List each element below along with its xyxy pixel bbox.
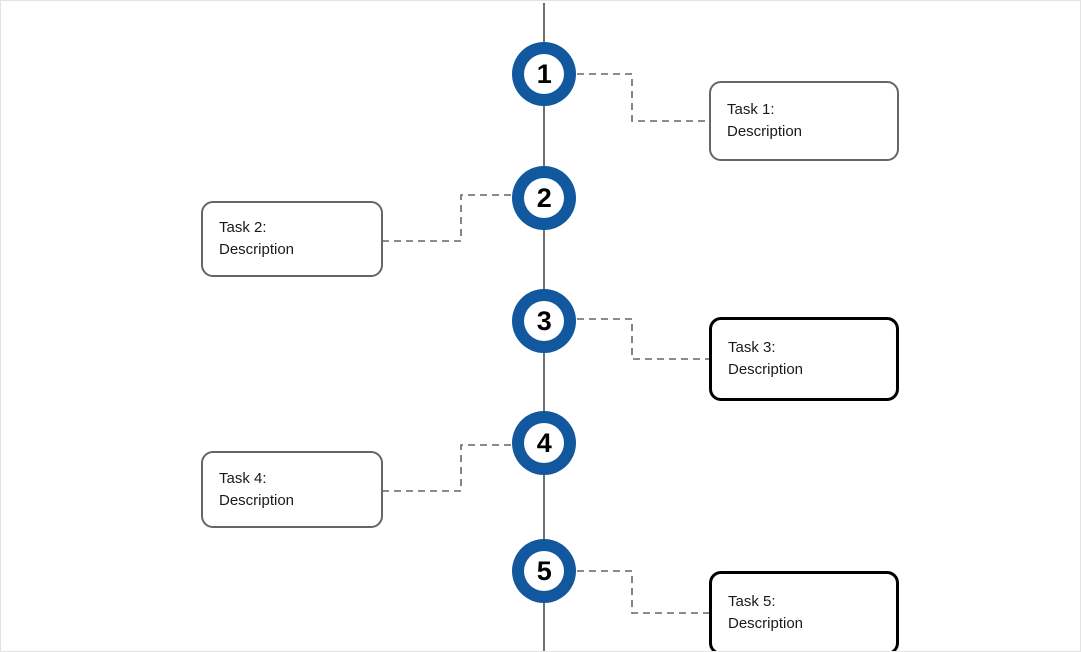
connector-1 [577, 73, 709, 122]
connector-5 [577, 570, 709, 614]
connector-2 [383, 194, 511, 242]
task-box-4[interactable]: Task 4: Description [201, 451, 383, 528]
task-title-4: Task 4: [219, 469, 267, 487]
task-description-1: Description [727, 123, 803, 140]
timeline-node-5[interactable] [512, 539, 576, 603]
task-box-1[interactable]: Task 1: Description [709, 81, 899, 161]
task-title-1: Task 1: [727, 101, 775, 118]
timeline-node-2[interactable] [512, 166, 576, 230]
timeline-svg [383, 3, 709, 651]
timeline-node-4[interactable] [512, 411, 576, 475]
task-title-5: Task 5: [728, 593, 776, 610]
task-box-3[interactable]: Task 3: Description [709, 317, 899, 401]
task-box-5[interactable]: Task 5: Description [709, 571, 899, 651]
task-title-2: Task 2: [219, 219, 267, 236]
task-description-4: Description [219, 491, 295, 509]
timeline-node-3[interactable] [512, 289, 576, 353]
task-description-3: Description [728, 361, 804, 378]
connector-3 [577, 318, 709, 360]
task-description-5: Description [728, 615, 804, 632]
task-description-2: Description [219, 241, 295, 258]
timeline-node-1[interactable] [512, 42, 576, 106]
diagram-canvas: 1 2 3 4 5 Task 1: Description Task 2: De… [0, 0, 1081, 652]
task-box-2[interactable]: Task 2: Description [201, 201, 383, 277]
connector-4 [383, 444, 511, 492]
task-title-3: Task 3: [728, 339, 776, 356]
